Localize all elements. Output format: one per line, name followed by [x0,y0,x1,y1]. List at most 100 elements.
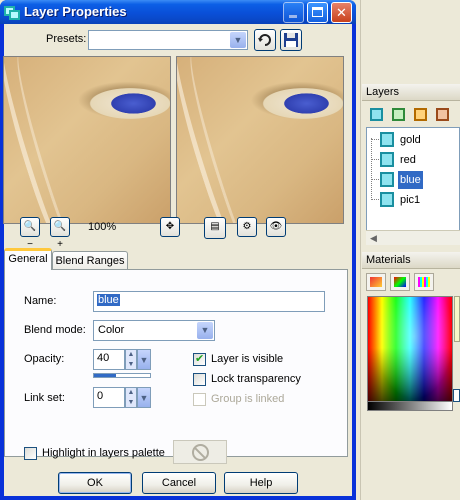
ok-button[interactable]: OK [58,472,132,494]
layer-item-pic1[interactable]: pic1 [371,191,460,209]
layers-scrollbar[interactable]: ◀ [366,230,460,245]
raster-layer-icon [380,132,394,147]
dialog-title: Layer Properties [24,4,127,19]
layer-name: gold [400,134,421,146]
close-button[interactable]: ✕ [331,2,352,23]
swatches-tab-icon[interactable] [390,273,410,291]
materials-panel-title: Materials [362,252,460,269]
cancel-button[interactable]: Cancel [142,472,216,494]
highlight-checkbox[interactable] [24,447,37,460]
layers-panel-title: Layers [362,84,460,101]
titlebar[interactable]: Layer Properties ✕ [0,0,356,24]
zoom-out-button[interactable]: 🔍− [20,217,40,250]
minimize-button[interactable] [283,2,304,23]
maximize-icon [312,7,323,17]
preview-eye-button[interactable]: 👁 [266,217,286,237]
maximize-button[interactable] [307,2,328,23]
group-linked-label: Group is linked [211,393,285,405]
opacity-input[interactable]: 40 [93,349,125,370]
dialog-client: Presets: ▼ 🔍− 🔍+ 100% ✥ ▤ ⚙ 👁 General Bl… [3,24,352,496]
raster-layer-icon [380,192,394,207]
pan-icon: ✥ [165,221,175,232]
grayscale-strip[interactable] [367,401,453,411]
dropdown-arrow-icon[interactable]: ▼ [230,32,246,48]
layer-name: blue [398,171,423,189]
zoom-in-icon: 🔍+ [53,221,67,250]
presets-label: Presets: [46,33,87,45]
spin-updown-icon[interactable]: ▲ ▼ [125,387,137,408]
layer-item-red[interactable]: red [371,151,460,169]
palette-tab-icon[interactable] [414,273,434,291]
layer-item-blue[interactable]: blue [371,171,460,189]
tab-blend-ranges[interactable]: Blend Ranges [52,251,128,270]
close-icon: ✕ [336,5,347,20]
save-preset-button[interactable] [280,29,302,51]
materials-tabs [362,270,460,294]
layer-name: red [400,154,416,166]
lock-transparency-checkbox[interactable] [193,373,206,386]
tab-general[interactable]: General [4,248,52,270]
toggle-preview-icon: ▤ [210,221,220,232]
zoom-in-button[interactable]: 🔍+ [50,217,70,250]
layer-properties-icon [4,4,20,20]
dropdown-arrow-icon[interactable]: ▼ [137,349,151,370]
new-vector-layer-icon[interactable] [388,105,408,124]
dropdown-arrow-icon[interactable]: ▼ [137,387,151,408]
link-set-label: Link set: [24,392,65,404]
highlight-color-button [173,440,227,464]
zoom-level: 100% [88,221,117,233]
presets-dropdown[interactable]: ▼ [88,30,248,50]
layer-visible-checkbox[interactable] [193,352,206,366]
highlight-label[interactable]: Highlight in layers palette [42,447,165,459]
app-background [352,0,460,500]
layer-name-value: blue [97,294,120,306]
zoom-out-icon: 🔍− [23,221,37,250]
layer-name: pic1 [400,194,421,206]
blend-mode-dropdown[interactable]: Color ▼ [93,320,215,341]
save-preset-icon [284,33,298,47]
materials-swatch-edge[interactable] [454,296,460,342]
layer-visible-label[interactable]: Layer is visible [211,353,283,365]
result-preview[interactable] [176,56,344,224]
link-set-spinner[interactable]: 0 ▲ ▼ ▼ [93,387,151,408]
dropdown-arrow-icon[interactable]: ▼ [197,322,213,339]
eye-icon: 👁 [269,221,283,232]
color-picker[interactable] [367,296,453,411]
general-tab-page: Name: blue Blend mode: Color ▼ Opacity: … [4,269,348,464]
spin-updown-icon[interactable]: ▲ ▼ [125,349,137,370]
no-icon [192,444,209,461]
layer-name-input[interactable]: blue [93,291,325,312]
opacity-label: Opacity: [24,353,65,365]
proof-icon: ⚙ [242,221,252,232]
layer-properties-tool-icon[interactable] [432,105,452,124]
toggle-preview-button[interactable]: ▤ [204,217,226,239]
frame-tab-icon[interactable] [366,273,386,291]
layer-properties-dialog: Layer Properties ✕ Presets: ▼ 🔍− 🔍+ 100%… [0,0,356,500]
new-mask-layer-icon[interactable] [410,105,430,124]
layer-item-gold[interactable]: gold [371,131,460,149]
name-label: Name: [24,295,57,307]
layers-list[interactable]: gold red blue pic1 [366,127,460,245]
blend-mode-value: Color [98,324,125,336]
opacity-slider[interactable] [93,373,151,378]
minimize-icon [289,15,297,18]
materials-all-tools-checkbox[interactable] [453,389,460,402]
proof-button[interactable]: ⚙ [237,217,257,237]
opacity-spinner[interactable]: 40 ▲ ▼ ▼ [93,349,151,370]
lock-transparency-label[interactable]: Lock transparency [211,373,301,385]
pane-divider [360,0,361,500]
load-preset-icon [258,34,271,46]
opacity-fill [94,374,117,377]
blend-mode-label: Blend mode: [24,324,86,336]
pan-button[interactable]: ✥ [160,217,180,237]
scroll-left-icon[interactable]: ◀ [368,233,379,244]
help-button[interactable]: Help [224,472,298,494]
new-raster-layer-icon[interactable] [366,105,386,124]
group-linked-checkbox [193,393,206,406]
link-set-input[interactable]: 0 [93,387,125,408]
original-preview[interactable] [3,56,171,224]
raster-layer-icon [380,152,394,167]
load-preset-button[interactable] [254,29,276,51]
layers-toolbar [362,102,460,126]
raster-layer-icon [380,172,394,187]
